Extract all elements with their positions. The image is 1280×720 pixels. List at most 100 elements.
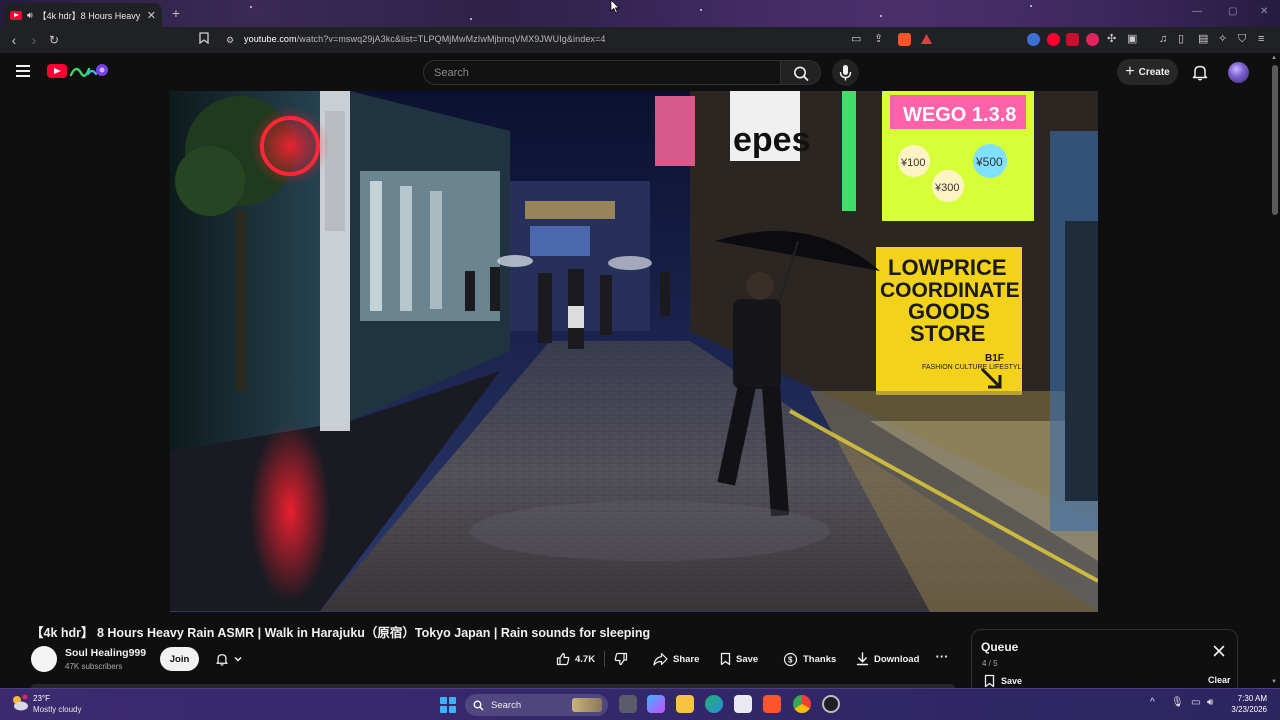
super-thanks-icon: $	[783, 652, 798, 666]
extension-red-icon[interactable]	[1066, 33, 1079, 46]
tray-volume-icon[interactable]: 🔊︎	[1207, 697, 1213, 708]
window-close-icon[interactable]: ✕	[1260, 6, 1268, 17]
crepes-sign-text: epes	[733, 121, 811, 159]
queue-save-button[interactable]: Save	[984, 674, 1022, 688]
forward-icon[interactable]: ›	[26, 32, 42, 48]
file-explorer-icon[interactable]	[676, 695, 694, 713]
channel-avatar[interactable]	[31, 646, 57, 672]
background-star	[1030, 5, 1032, 7]
scroll-down-arrow-icon[interactable]: ▼	[1271, 679, 1277, 685]
share-arrow-icon	[653, 652, 668, 666]
extensions-puzzle-icon[interactable]: ✣	[1107, 32, 1116, 46]
search-input[interactable]	[424, 61, 780, 84]
voice-search-button[interactable]	[832, 59, 859, 86]
leo-ai-icon[interactable]: ✧	[1218, 32, 1227, 46]
extension-globe-icon[interactable]	[1027, 33, 1040, 46]
queue-clear-button[interactable]: Clear	[1208, 675, 1231, 685]
close-tab-icon[interactable]: ✕	[147, 9, 156, 22]
share-page-icon[interactable]: ⇪	[874, 32, 883, 46]
download-button[interactable]: Download	[848, 647, 927, 671]
thumbs-down-icon[interactable]	[614, 652, 628, 666]
search-field-container	[423, 60, 781, 85]
join-button[interactable]: Join	[160, 647, 199, 671]
like-divider	[604, 651, 606, 667]
vpn-shield-icon[interactable]: ⛉	[1238, 32, 1246, 46]
plus-icon: +	[1125, 63, 1135, 80]
reload-icon[interactable]: ↻	[46, 32, 62, 48]
channel-name[interactable]: Soul Healing999	[65, 647, 146, 659]
browser-address-bar: ‹ › ↻ ⚙ youtube.com/watch?v=mswq29jA3kc&…	[0, 27, 1280, 53]
weather-cloud-icon[interactable]	[11, 694, 29, 712]
speaker-icon[interactable]: 🔊︎	[27, 10, 33, 21]
edge-icon[interactable]	[705, 695, 723, 713]
brave-browser-icon[interactable]	[763, 695, 781, 713]
like-button[interactable]: 4.7K	[556, 652, 595, 666]
maximize-icon[interactable]: ▢	[1228, 6, 1237, 17]
url-field[interactable]: youtube.com/watch?v=mswq29jA3kc&list=TLP…	[244, 34, 605, 44]
download-label: Download	[874, 653, 920, 665]
hamburger-menu-icon[interactable]	[16, 65, 30, 77]
wego-sign-text: WEGO 1.3.8	[903, 104, 1016, 126]
microsoft-store-icon[interactable]	[734, 695, 752, 713]
browser-menu-icon[interactable]: ≡	[1258, 32, 1264, 46]
chrome-icon[interactable]	[793, 695, 811, 713]
youtube-logo-icon[interactable]	[47, 64, 67, 78]
queue-panel: Queue 4 / 5 Save Clear	[971, 629, 1238, 689]
thanks-label: Thanks	[803, 653, 837, 665]
search-button[interactable]	[781, 60, 821, 85]
tray-overflow-chevron-icon[interactable]: ^	[1150, 697, 1155, 708]
share-button[interactable]: Share	[645, 647, 707, 671]
bookmark-icon	[984, 674, 995, 688]
wallet-icon[interactable]: ▤	[1198, 32, 1208, 46]
bookmark-icon[interactable]	[196, 32, 212, 48]
close-queue-icon[interactable]	[1212, 644, 1226, 658]
back-icon[interactable]: ‹	[6, 32, 22, 48]
new-tab-button[interactable]: +	[168, 5, 184, 21]
taskbar-search-box[interactable]: Search	[465, 694, 608, 716]
media-control-icon[interactable]: ♫	[1159, 32, 1167, 46]
page-scrollbar[interactable]: ▲ ▼	[1270, 53, 1280, 688]
extension-badge-icon[interactable]	[1086, 33, 1099, 46]
video-player[interactable]: epes WEGO 1.3.8 ¥100 ¥500 ¥300 LOWPRICE …	[170, 91, 1098, 612]
save-button[interactable]: Save	[712, 647, 766, 671]
cast-icon[interactable]: ▭	[851, 32, 861, 46]
youtube-header: + Create	[0, 53, 1270, 91]
browser-tab-active[interactable]: 🔊︎ 【4k hdr】8 Hours Heavy Rain ✕	[4, 3, 162, 27]
site-info-icon[interactable]: ⚙	[222, 32, 238, 48]
scrollbar-thumb[interactable]	[1272, 65, 1278, 215]
background-star	[470, 18, 472, 20]
taskbar-clock-time[interactable]: 7:30 AM	[1222, 694, 1267, 703]
tray-microphone-icon[interactable]: 🎙︎	[1171, 697, 1184, 708]
youtube-doodle-logo[interactable]	[68, 60, 110, 82]
task-view-icon[interactable]	[619, 695, 637, 713]
price-tag-300: ¥300	[934, 182, 959, 194]
create-button[interactable]: + Create	[1117, 59, 1178, 85]
copilot-icon[interactable]	[647, 695, 665, 713]
like-dislike-group: 4.7K	[548, 647, 637, 671]
windows-taskbar: 23°F Mostly cloudy Search ^ 🎙︎ ▭ 🔊︎ 7:30…	[0, 688, 1280, 720]
screenshot-icon[interactable]: ▣	[1127, 32, 1137, 46]
thanks-button[interactable]: $ Thanks	[775, 647, 844, 671]
more-actions-icon[interactable]: ···	[930, 647, 954, 671]
account-avatar[interactable]	[1228, 62, 1249, 83]
tray-display-icon[interactable]: ▭	[1191, 697, 1200, 708]
brave-shields-icon[interactable]	[898, 33, 911, 46]
store-sign-line4: STORE	[910, 321, 985, 346]
taskbar-clock-date[interactable]: 3/23/2026	[1222, 705, 1267, 714]
obs-icon[interactable]	[822, 695, 840, 713]
download-icon	[856, 652, 869, 666]
scroll-up-arrow-icon[interactable]: ▲	[1271, 55, 1277, 61]
brave-rewards-icon[interactable]	[920, 33, 933, 46]
background-star	[250, 6, 252, 8]
minimize-icon[interactable]: —	[1192, 6, 1202, 17]
subscription-bell-button[interactable]	[206, 647, 252, 671]
sidebar-icon[interactable]: ▯	[1178, 32, 1184, 46]
windows-start-icon[interactable]	[440, 697, 456, 713]
notifications-bell-icon[interactable]	[1191, 63, 1209, 81]
mouse-cursor-icon	[610, 0, 620, 14]
extension-youtube-icon[interactable]	[1047, 33, 1060, 46]
youtube-favicon-icon	[10, 10, 22, 20]
bell-icon	[216, 654, 228, 666]
taskbar-search-label: Search	[491, 699, 522, 711]
background-star	[700, 9, 702, 11]
